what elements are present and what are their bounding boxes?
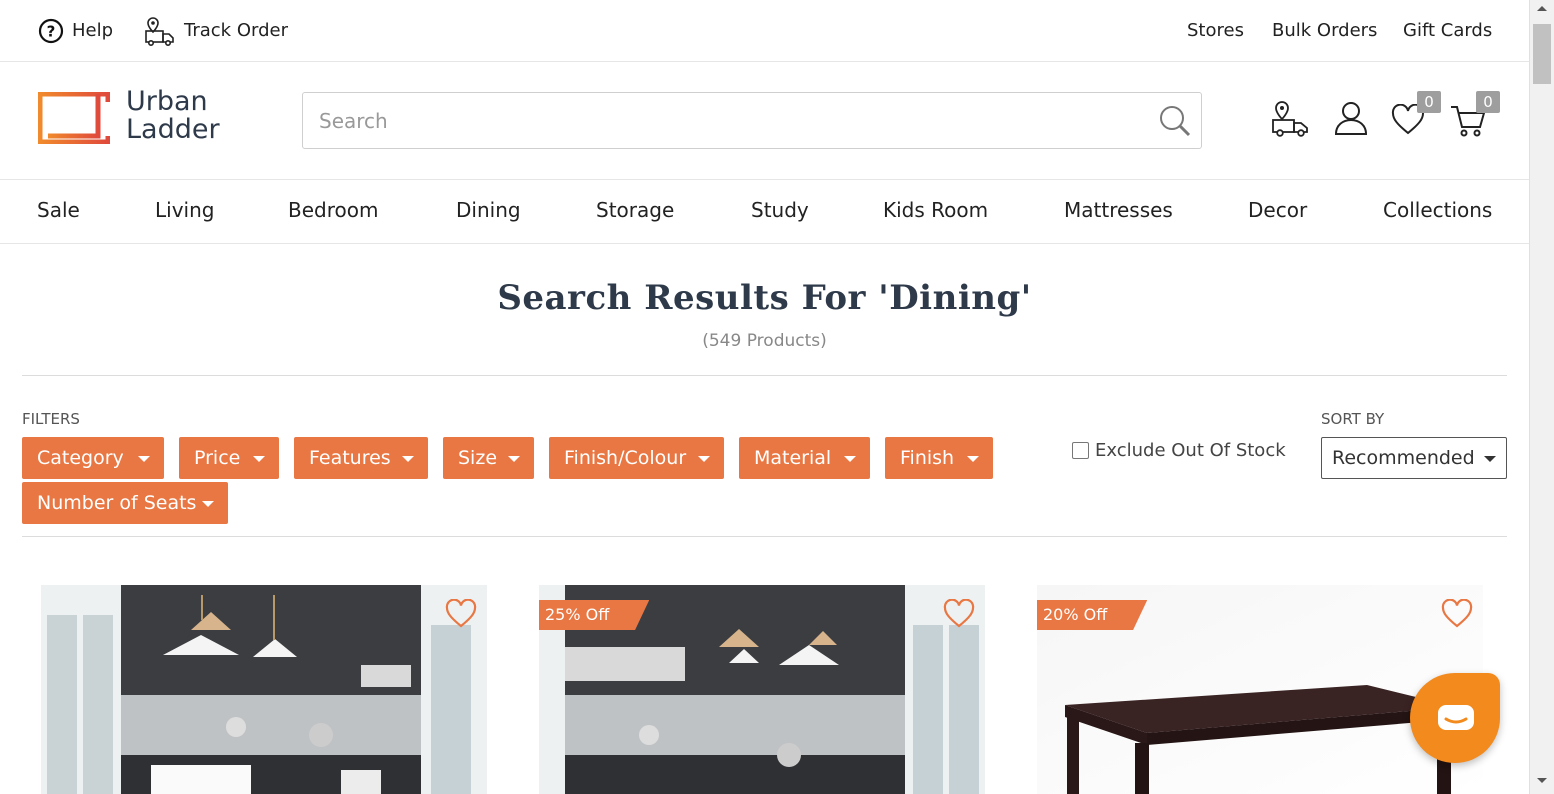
caret-down-icon (1484, 456, 1496, 462)
sort-by-label: SORT BY (1321, 410, 1385, 428)
svg-text:?: ? (47, 22, 56, 40)
filter-finish-button[interactable]: Finish (885, 437, 993, 479)
filter-finish-colour-button[interactable]: Finish/Colour (549, 437, 724, 479)
logo-line2: Ladder (126, 114, 220, 145)
filter-label: Number of Seats (37, 492, 197, 514)
product-card[interactable]: 25% Off (539, 585, 985, 794)
scroll-down-arrow-icon[interactable] (1537, 778, 1547, 783)
chat-widget-button[interactable] (1410, 673, 1500, 763)
wishlist-heart-icon[interactable] (943, 599, 975, 629)
caret-down-icon (138, 456, 150, 462)
gift-cards-link[interactable]: Gift Cards (1403, 0, 1492, 61)
filter-label: Size (458, 447, 498, 469)
filter-category-button[interactable]: Category (22, 437, 164, 479)
wishlist-count-badge: 0 (1417, 91, 1441, 113)
cart-count-badge: 0 (1476, 91, 1500, 113)
caret-down-icon (253, 456, 265, 462)
caret-down-icon (508, 456, 520, 462)
filter-material-button[interactable]: Material (739, 437, 870, 479)
exclude-out-of-stock-label: Exclude Out Of Stock (1095, 440, 1286, 461)
caret-down-icon (844, 456, 856, 462)
divider (22, 375, 1507, 376)
page-title: Search Results For 'Dining' (497, 278, 1032, 318)
nav-item-decor[interactable]: Decor (1248, 180, 1307, 244)
scrollbar-thumb[interactable] (1533, 24, 1551, 84)
discount-tag: 25% Off (539, 600, 650, 630)
search-icon[interactable] (1157, 103, 1193, 139)
filter-label: Price (194, 447, 241, 469)
scroll-up-arrow-icon[interactable] (1537, 6, 1547, 11)
search-input[interactable] (303, 93, 1123, 148)
logo-mark-icon (38, 92, 110, 144)
store-locator-truck-icon[interactable] (1271, 100, 1311, 138)
nav-item-storage[interactable]: Storage (596, 180, 674, 244)
caret-down-icon (967, 456, 979, 462)
exclude-out-of-stock-checkbox[interactable] (1072, 442, 1089, 459)
track-order-link[interactable]: Track Order (144, 0, 288, 61)
caret-down-icon (698, 456, 710, 462)
filter-label: Material (754, 447, 832, 469)
help-label: Help (72, 20, 114, 41)
nav-item-sale[interactable]: Sale (37, 180, 80, 244)
truck-location-icon (145, 16, 174, 46)
help-icon: ? (38, 18, 64, 43)
filter-label: Category (37, 447, 124, 469)
nav-item-study[interactable]: Study (751, 180, 809, 244)
product-card[interactable] (41, 585, 487, 794)
bulk-orders-link[interactable]: Bulk Orders (1272, 0, 1377, 61)
logo-line1: Urban (126, 86, 208, 117)
caret-down-icon (402, 456, 414, 462)
filter-features-button[interactable]: Features (294, 437, 428, 479)
discount-tag: 20% Off (1037, 600, 1148, 630)
sort-selected-value: Recommended (1332, 447, 1475, 469)
top-utility-bar: ? Help Track Order Stores Bulk Orders Gi… (0, 0, 1529, 62)
nav-item-bedroom[interactable]: Bedroom (288, 180, 378, 244)
chat-bubble-icon (1438, 705, 1474, 730)
nav-item-living[interactable]: Living (155, 180, 214, 244)
logo-wordmark: Urban Ladder (126, 88, 220, 144)
divider (22, 536, 1507, 537)
main-header: Urban Ladder 0 0 (0, 62, 1529, 180)
filters-label: FILTERS (22, 410, 80, 428)
search-box[interactable] (302, 92, 1202, 149)
wishlist-heart-icon[interactable] (445, 599, 477, 629)
filter-label: Finish (900, 447, 955, 469)
page-scrollbar[interactable] (1529, 0, 1554, 794)
product-count: (549 Products) (702, 331, 827, 351)
filter-number-of-seats-button[interactable]: Number of Seats (22, 482, 228, 524)
profile-icon[interactable] (1334, 100, 1368, 136)
stores-link[interactable]: Stores (1187, 0, 1244, 61)
filter-size-button[interactable]: Size (443, 437, 534, 479)
filter-price-button[interactable]: Price (179, 437, 279, 479)
track-order-label: Track Order (184, 20, 288, 41)
exclude-out-of-stock[interactable]: Exclude Out Of Stock (1072, 440, 1286, 461)
category-nav: Sale Living Bedroom Dining Storage Study… (0, 180, 1529, 244)
sort-select[interactable]: Recommended (1321, 437, 1507, 479)
nav-item-mattresses[interactable]: Mattresses (1064, 180, 1173, 244)
urban-ladder-logo[interactable]: Urban Ladder (38, 88, 238, 150)
filter-label: Features (309, 447, 391, 469)
nav-item-dining[interactable]: Dining (456, 180, 521, 244)
nav-item-collections[interactable]: Collections (1383, 180, 1492, 244)
product-image (41, 585, 487, 794)
filter-label: Finish/Colour (564, 447, 687, 469)
wishlist-heart-icon[interactable] (1441, 599, 1473, 629)
caret-down-icon (202, 501, 214, 507)
help-link[interactable]: ? Help (38, 0, 113, 61)
nav-item-kids-room[interactable]: Kids Room (883, 180, 988, 244)
